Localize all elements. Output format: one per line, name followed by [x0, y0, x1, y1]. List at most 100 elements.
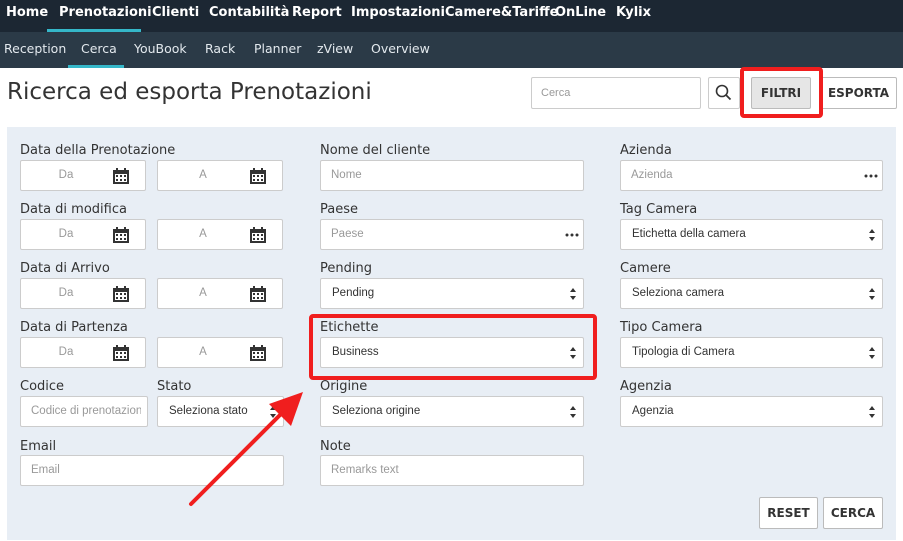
data-partenza-da-field[interactable]: Da [20, 337, 146, 368]
data-arrivo-a-field[interactable]: A [157, 278, 283, 309]
data-prenotazione-da-field[interactable]: Da [20, 160, 146, 191]
azienda-field[interactable]: Azienda [620, 160, 883, 191]
calendar-icon[interactable] [112, 167, 130, 185]
calendar-icon[interactable] [112, 285, 130, 303]
data-modifica-da-placeholder: Da [58, 228, 74, 240]
nome-cliente-label: Nome del cliente [320, 143, 431, 158]
top-nav-prenotazioni[interactable]: Prenotazioni [59, 0, 152, 32]
nome-cliente-placeholder: Nome [331, 169, 362, 181]
top-nav-home[interactable]: Home [6, 0, 48, 32]
sub-nav-reception[interactable]: Reception [4, 32, 66, 68]
top-nav-camere-tariffe[interactable]: Camere&Tariffe [445, 0, 558, 32]
origine-selected-value: Seleziona origine [332, 405, 421, 417]
select-arrows-icon [570, 406, 576, 418]
paese-field[interactable]: Paese [320, 219, 584, 250]
paese-placeholder: Paese [331, 228, 364, 240]
sub-nav-overview[interactable]: Overview [371, 32, 430, 68]
select-arrows-icon [869, 347, 875, 359]
data-prenotazione-da-placeholder: Da [58, 169, 74, 181]
email-placeholder: Email [31, 464, 60, 476]
origine-select[interactable]: Seleziona origine [320, 396, 584, 427]
top-nav-report[interactable]: Report [292, 0, 342, 32]
codice-placeholder: Codice di prenotazione [31, 405, 141, 417]
filtri-highlight-box [740, 67, 823, 118]
sub-nav-zview[interactable]: zView [317, 32, 353, 68]
sub-nav-planner[interactable]: Planner [254, 32, 301, 68]
agenzia-label: Agenzia [620, 379, 672, 394]
data-prenotazione-a-placeholder: A [199, 169, 207, 181]
search-input[interactable] [531, 77, 701, 109]
calendar-icon[interactable] [249, 344, 267, 362]
data-arrivo-da-field[interactable]: Da [20, 278, 146, 309]
data-prenotazione-a-field[interactable]: A [157, 160, 283, 191]
calendar-icon[interactable] [112, 226, 130, 244]
calendar-icon[interactable] [249, 226, 267, 244]
agenzia-select[interactable]: Agenzia [620, 396, 883, 427]
data-arrivo-label: Data di Arrivo [20, 261, 110, 276]
select-arrows-icon [869, 406, 875, 418]
esporta-button[interactable]: ESPORTA [820, 77, 897, 109]
calendar-icon[interactable] [249, 167, 267, 185]
calendar-icon[interactable] [112, 344, 130, 362]
data-arrivo-da-placeholder: Da [58, 287, 74, 299]
pending-selected-value: Pending [332, 287, 375, 299]
pending-select[interactable]: Pending [320, 278, 584, 309]
sub-nav-youbook[interactable]: YouBook [134, 32, 187, 68]
codice-label: Codice [20, 379, 65, 394]
tag-camera-label: Tag Camera [620, 202, 698, 217]
calendar-icon[interactable] [249, 285, 267, 303]
data-modifica-a-placeholder: A [199, 228, 207, 240]
select-arrows-icon [869, 229, 875, 241]
data-modifica-a-field[interactable]: A [157, 219, 283, 250]
email-label: Email [20, 439, 57, 454]
camere-select[interactable]: Seleziona camera [620, 278, 883, 309]
data-modifica-da-field[interactable]: Da [20, 219, 146, 250]
paese-label: Paese [320, 202, 358, 217]
data-partenza-label: Data di Partenza [20, 320, 128, 335]
search-button[interactable] [708, 77, 740, 109]
top-nav: Home Prenotazioni Clienti Contabilità Re… [0, 0, 903, 32]
tipo-camera-selected-value: Tipologia di Camera [632, 346, 735, 358]
page-title: Ricerca ed esporta Prenotazioni [7, 79, 372, 105]
search-icon [715, 84, 732, 101]
sub-nav: Reception Cerca YouBook Rack Planner zVi… [0, 32, 903, 68]
sub-nav-active-indicator [68, 65, 124, 68]
data-partenza-a-field[interactable]: A [157, 337, 283, 368]
tipo-camera-select[interactable]: Tipologia di Camera [620, 337, 883, 368]
nome-cliente-field[interactable]: Nome [320, 160, 584, 191]
sub-nav-rack[interactable]: Rack [205, 32, 235, 68]
origine-label: Origine [320, 379, 368, 394]
data-arrivo-a-placeholder: A [199, 287, 207, 299]
note-placeholder: Remarks text [331, 464, 399, 476]
tag-camera-selected-value: Etichetta della camera [632, 228, 746, 240]
pending-label: Pending [320, 261, 372, 276]
top-nav-clienti[interactable]: Clienti [152, 0, 199, 32]
more-dots-icon[interactable] [864, 174, 878, 178]
note-label: Note [320, 439, 351, 454]
data-partenza-a-placeholder: A [199, 346, 207, 358]
top-nav-impostazioni[interactable]: Impostazioni [351, 0, 445, 32]
azienda-placeholder: Azienda [631, 169, 673, 181]
top-nav-contabilita[interactable]: Contabilità [209, 0, 289, 32]
agenzia-selected-value: Agenzia [632, 405, 674, 417]
camere-label: Camere [620, 261, 671, 276]
tag-camera-select[interactable]: Etichetta della camera [620, 219, 883, 250]
sub-nav-cerca[interactable]: Cerca [81, 32, 117, 68]
reset-button[interactable]: RESET [759, 497, 818, 529]
annotation-arrow [189, 392, 303, 506]
data-prenotazione-label: Data della Prenotazione [20, 143, 176, 158]
codice-field[interactable]: Codice di prenotazione [20, 396, 148, 427]
select-arrows-icon [869, 288, 875, 300]
data-modifica-label: Data di modifica [20, 202, 127, 217]
cerca-button[interactable]: CERCA [823, 497, 883, 529]
camere-selected-value: Seleziona camera [632, 287, 725, 299]
top-nav-online[interactable]: OnLine [555, 0, 606, 32]
select-arrows-icon [570, 288, 576, 300]
etichette-highlight-box [309, 314, 597, 380]
more-dots-icon[interactable] [565, 233, 579, 237]
top-nav-kylix[interactable]: Kylix [616, 0, 651, 32]
azienda-label: Azienda [620, 143, 672, 158]
tipo-camera-label: Tipo Camera [620, 320, 703, 335]
note-field[interactable]: Remarks text [320, 455, 584, 486]
data-partenza-da-placeholder: Da [58, 346, 74, 358]
